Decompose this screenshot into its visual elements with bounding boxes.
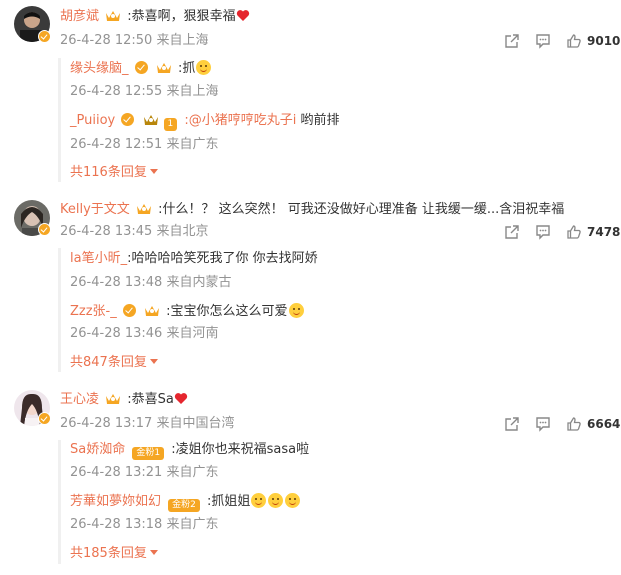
verified-badge-icon [38, 412, 51, 425]
comment-item: Kelly于文文 :什么！？ 这么突然！ 可我还没做好心理准备 让我缓一缓...… [0, 190, 621, 380]
comment-actions: 7478 [500, 223, 620, 241]
verified-badge-icon [38, 30, 51, 43]
reply-username[interactable]: 缘头缘脑_ [70, 61, 129, 76]
verified-badge-icon [121, 113, 135, 126]
comment-text: :恭喜Sa [127, 392, 174, 407]
reply-location: 来自广东 [166, 465, 219, 480]
emoji-icon [251, 493, 267, 508]
reply-username[interactable]: 芳華如夢妳如幻 [70, 494, 161, 509]
reply-location: 来自上海 [166, 84, 219, 99]
emoji-icon [196, 60, 212, 75]
emoji-icon [268, 493, 284, 508]
caret-down-icon [149, 169, 158, 174]
comment-icon[interactable] [535, 224, 551, 240]
share-icon[interactable] [504, 33, 520, 49]
reply-text: 哟前排 [296, 113, 340, 128]
reply-divider [58, 440, 61, 564]
caret-down-icon [149, 359, 158, 364]
crown-icon [143, 115, 158, 125]
more-replies-label: 共185条回复 [70, 546, 147, 561]
more-replies-label: 共116条回复 [70, 165, 147, 180]
view-more-replies-button[interactable]: 共185条回复 [70, 545, 158, 563]
more-replies-label: 共847条回复 [70, 355, 147, 370]
like-count: 6664 [587, 417, 621, 431]
crown-icon [145, 306, 160, 316]
view-more-replies-button[interactable]: 共116条回复 [70, 164, 158, 182]
comment-location: 来自中国台湾 [156, 416, 235, 431]
like-icon[interactable] [566, 416, 582, 432]
emoji-icon [285, 493, 301, 508]
emoji-icon [288, 303, 304, 318]
verified-badge-icon [38, 223, 51, 236]
reply-username[interactable]: _Puiioy [70, 113, 115, 128]
reply-text: :凌姐你也来祝福sasa啦 [171, 442, 310, 457]
reply-location: 来自广东 [166, 517, 219, 532]
crown-icon [106, 394, 121, 404]
like-icon[interactable] [566, 33, 582, 49]
reply-username[interactable]: Sa娇洳命 [70, 442, 125, 457]
reply-divider [58, 58, 61, 182]
fan-badge: 金粉2 [168, 499, 200, 512]
comment-text: :恭喜啊，狠狠幸福 [127, 9, 236, 24]
fan-badge: 金粉1 [132, 447, 165, 460]
comment-username[interactable]: Kelly于文文 [60, 202, 130, 217]
comment-item: 胡彦斌 :恭喜啊，狠狠幸福 26-4-28 12:50 来自上海 9010 缘头… [0, 0, 621, 190]
reply-username[interactable]: Zzz张-_ [70, 304, 117, 319]
comment-location: 来自北京 [156, 224, 209, 239]
crown-icon [136, 204, 151, 214]
reply-time: 26-4-28 13:18 [70, 517, 163, 532]
share-icon[interactable] [504, 224, 520, 240]
reply-text: :抓 [177, 61, 196, 76]
heart-icon [236, 10, 249, 21]
verified-badge-icon [134, 61, 148, 74]
level-badge: 1 [163, 118, 178, 131]
like-icon[interactable] [566, 224, 582, 240]
reply-location: 来自河南 [166, 326, 219, 341]
comment-item: 王心凌 :恭喜Sa 26-4-28 13:17 来自中国台湾 6664 Sa娇洳… [0, 380, 621, 575]
heart-icon [174, 393, 188, 404]
comment-actions: 6664 [500, 415, 620, 433]
comment-time: 26-4-28 13:17 [60, 416, 153, 431]
comment-actions: 9010 [500, 32, 620, 50]
comment-username[interactable]: 王心凌 [60, 392, 99, 407]
comment-username[interactable]: 胡彦斌 [60, 9, 99, 24]
comment-time: 26-4-28 12:50 [60, 33, 153, 48]
comment-icon[interactable] [535, 416, 551, 432]
comment-text: :什么！？ 这么突然！ 可我还没做好心理准备 让我缓一缓...含泪祝幸福 [158, 202, 565, 217]
verified-badge-icon [122, 304, 136, 317]
reply-username[interactable]: la笔小昕_ [70, 251, 127, 266]
reply-time: 26-4-28 12:55 [70, 84, 163, 99]
caret-down-icon [149, 550, 158, 555]
like-count: 9010 [587, 34, 621, 48]
crown-icon [106, 11, 121, 21]
reply-text: :抓姐姐 [207, 494, 251, 509]
reply-location: 来自广东 [166, 137, 219, 152]
view-more-replies-button[interactable]: 共847条回复 [70, 354, 158, 372]
reply-location: 来自内蒙古 [166, 275, 232, 290]
reply-text: :宝宝你怎么这么可爱 [166, 304, 288, 319]
reply-divider [58, 248, 61, 372]
crown-icon [156, 63, 171, 73]
reply-time: 26-4-28 13:48 [70, 275, 163, 290]
like-count: 7478 [587, 225, 621, 239]
comment-icon[interactable] [535, 33, 551, 49]
reply-text: :哈哈哈哈笑死我了你 你去找阿娇 [127, 251, 318, 266]
reply-time: 26-4-28 13:46 [70, 326, 163, 341]
reply-time: 26-4-28 12:51 [70, 137, 163, 152]
reply-mention[interactable]: :@小猪哼哼吃丸子i [184, 113, 296, 128]
comment-time: 26-4-28 13:45 [60, 224, 153, 239]
reply-time: 26-4-28 13:21 [70, 465, 163, 480]
share-icon[interactable] [504, 416, 520, 432]
comment-location: 来自上海 [156, 33, 209, 48]
